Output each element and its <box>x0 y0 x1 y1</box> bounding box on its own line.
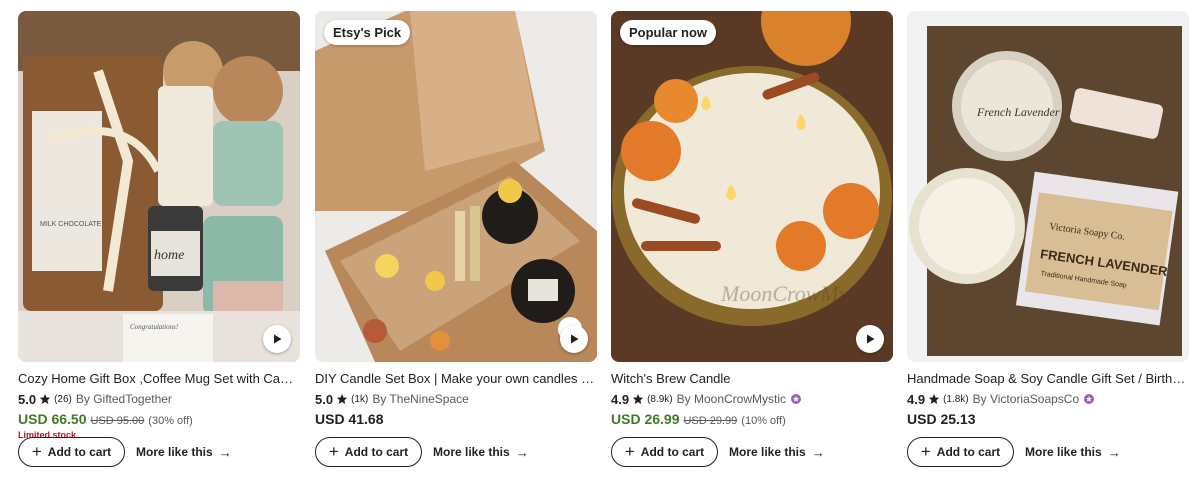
shop-name[interactable]: By TheNineSpace <box>372 392 469 406</box>
more-like-this-link[interactable]: More like this → <box>433 445 529 460</box>
greeting-card-text: Congratulations! <box>130 323 179 331</box>
product-image[interactable]: MoonCrowMystic Popular now <box>611 11 893 362</box>
product-title[interactable]: DIY Candle Set Box | Make your own candl… <box>315 371 597 387</box>
discount-percent: (30% off) <box>148 415 193 427</box>
play-video-button[interactable] <box>856 325 884 353</box>
tin-label-text: French Lavender <box>976 105 1060 119</box>
plus-icon: + <box>328 442 339 461</box>
product-card-witchs-brew-candle[interactable]: MoonCrowMystic Popular now Witch's Brew … <box>611 11 893 429</box>
play-icon <box>274 334 282 344</box>
watermark-text: MoonCrowMystic <box>720 281 879 306</box>
product-card-cozy-home-gift-box[interactable]: MILK CHOCOLATE home Congratulations! Coz… <box>18 11 300 442</box>
add-to-cart-label: Add to cart <box>344 445 409 459</box>
plus-icon: + <box>624 442 635 461</box>
add-to-cart-label: Add to cart <box>640 445 705 459</box>
product-image[interactable]: MILK CHOCOLATE home Congratulations! <box>18 11 300 362</box>
product-title[interactable]: Cozy Home Gift Box ,Coffee Mug Set with … <box>18 371 300 387</box>
star-icon <box>336 394 348 404</box>
product-grid: MILK CHOCOLATE home Congratulations! Coz… <box>0 0 1200 491</box>
product-card-soap-candle-set[interactable]: French Lavender Victoria Soapy Co. FRENC… <box>907 11 1189 429</box>
arrow-right-icon: → <box>811 444 825 460</box>
card-actions: + Add to cart More like this → <box>18 437 232 467</box>
original-price: USD 29.99 <box>683 415 738 427</box>
more-like-this-link[interactable]: More like this → <box>729 445 825 460</box>
etsys-pick-badge: Etsy's Pick <box>324 20 411 45</box>
star-seller-badge-icon <box>1084 394 1095 404</box>
play-icon <box>571 334 579 344</box>
soap-gift-set-photo: French Lavender Victoria Soapy Co. FRENC… <box>907 11 1189 362</box>
product-title[interactable]: Witch's Brew Candle <box>611 371 893 387</box>
candle-kit-photo <box>315 11 597 362</box>
more-like-this-label: More like this <box>1025 445 1102 459</box>
more-like-this-label: More like this <box>433 445 510 459</box>
add-to-cart-button[interactable]: + Add to cart <box>18 437 125 467</box>
gift-box-photo: MILK CHOCOLATE home Congratulations! <box>18 11 300 362</box>
star-icon <box>928 394 940 404</box>
original-price: USD 95.00 <box>90 415 145 427</box>
play-video-button[interactable] <box>560 325 588 353</box>
review-count: (1.8k) <box>943 393 969 405</box>
card-actions: + Add to cart More like this → <box>315 437 529 467</box>
arrow-right-icon: → <box>1107 444 1121 460</box>
shop-name[interactable]: By VictoriaSoapsCo <box>973 392 1080 406</box>
discount-percent: (10% off) <box>741 415 786 427</box>
review-count: (8.9k) <box>647 393 673 405</box>
add-to-cart-label: Add to cart <box>47 445 112 459</box>
arrow-right-icon: → <box>218 444 232 460</box>
more-like-this-link[interactable]: More like this → <box>136 445 232 460</box>
add-to-cart-label: Add to cart <box>936 445 1001 459</box>
rating-row: 5.0 (26) By GiftedTogether <box>18 391 300 407</box>
shop-name[interactable]: By GiftedTogether <box>76 392 172 406</box>
sale-price: USD 26.99 <box>611 411 680 427</box>
price: USD 25.13 <box>907 411 976 427</box>
add-to-cart-button[interactable]: + Add to cart <box>907 437 1014 467</box>
star-seller-badge-icon <box>791 394 801 404</box>
star-icon <box>632 394 644 404</box>
price-row: USD 41.68 <box>315 411 597 429</box>
price-row: USD 25.13 <box>907 411 1189 429</box>
more-like-this-label: More like this <box>136 445 213 459</box>
sale-price: USD 66.50 <box>18 411 87 427</box>
price-row: USD 66.50 USD 95.00 (30% off) <box>18 411 300 429</box>
rating-row: 5.0 (1k) By TheNineSpace <box>315 391 597 407</box>
arrow-right-icon: → <box>515 444 529 460</box>
rating-score: 5.0 <box>315 391 334 407</box>
review-count: (26) <box>54 393 72 405</box>
price-row: USD 26.99 USD 29.99 (10% off) <box>611 411 893 429</box>
star-icon <box>39 394 51 404</box>
price: USD 41.68 <box>315 411 384 427</box>
popular-now-badge: Popular now <box>620 20 716 45</box>
product-image[interactable]: Etsy's Pick <box>315 11 597 362</box>
rating-score: 5.0 <box>18 391 37 407</box>
more-like-this-link[interactable]: More like this → <box>1025 445 1121 460</box>
product-card-diy-candle-set[interactable]: Etsy's Pick DIY Candle Set Box | Make yo… <box>315 11 597 429</box>
plus-icon: + <box>31 442 42 461</box>
shop-name[interactable]: By MoonCrowMystic <box>677 392 786 406</box>
play-icon <box>867 334 875 344</box>
rating-score: 4.9 <box>907 391 926 407</box>
product-image[interactable]: French Lavender Victoria Soapy Co. FRENC… <box>907 11 1189 362</box>
candle-photo: MoonCrowMystic <box>611 11 893 362</box>
card-actions: + Add to cart More like this → <box>907 437 1121 467</box>
plus-icon: + <box>920 442 931 461</box>
play-video-button[interactable] <box>263 325 291 353</box>
mug-candle-label: home <box>154 248 184 263</box>
product-title[interactable]: Handmade Soap & Soy Candle Gift Set / Bi… <box>907 371 1189 387</box>
rating-score: 4.9 <box>611 391 630 407</box>
review-count: (1k) <box>351 393 369 405</box>
add-to-cart-button[interactable]: + Add to cart <box>611 437 718 467</box>
rating-row: 4.9 (8.9k) By MoonCrowMystic <box>611 391 893 407</box>
add-to-cart-button[interactable]: + Add to cart <box>315 437 422 467</box>
rating-row: 4.9 (1.8k) By VictoriaSoapsCo <box>907 391 1189 407</box>
more-like-this-label: More like this <box>729 445 806 459</box>
card-actions: + Add to cart More like this → <box>611 437 825 467</box>
chocolate-label: MILK CHOCOLATE <box>40 221 102 228</box>
